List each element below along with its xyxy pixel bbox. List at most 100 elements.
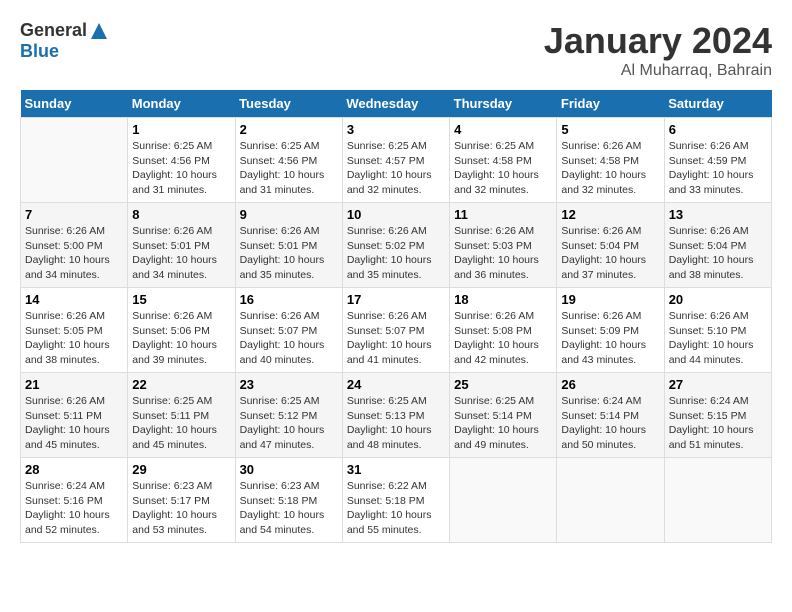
col-header-wednesday: Wednesday xyxy=(342,90,449,118)
calendar-cell: 13 Sunrise: 6:26 AMSunset: 5:04 PMDayligh… xyxy=(664,203,771,288)
day-number: 1 xyxy=(132,122,230,137)
col-header-thursday: Thursday xyxy=(450,90,557,118)
logo-icon xyxy=(89,21,109,41)
cell-sun-info: Sunrise: 6:26 AMSunset: 5:07 PMDaylight:… xyxy=(240,309,338,368)
calendar-cell: 19Sunrise: 6:26 AMSunset: 5:09 PMDayligh… xyxy=(557,288,664,373)
cell-sun-info: Sunrise: 6:26 AMSunset: 5:06 PMDaylight:… xyxy=(132,309,230,368)
day-number: 16 xyxy=(240,292,338,307)
calendar-cell: 23 Sunrise: 6:25 AMSunset: 5:12 PMDayligh… xyxy=(235,373,342,458)
cell-sun-info: Sunrise: 6:26 AMSunset: 5:03 PMDaylight:… xyxy=(454,224,552,283)
cell-sun-info: Sunrise: 6:25 AMSunset: 4:56 PMDaylight:… xyxy=(132,139,230,198)
calendar-cell: 4Sunrise: 6:25 AMSunset: 4:58 PMDaylight… xyxy=(450,118,557,203)
cell-sun-info: Sunrise: 6:24 AMSunset: 5:14 PMDaylight:… xyxy=(561,394,659,453)
calendar-cell xyxy=(557,458,664,543)
cell-sun-info: Sunrise: 6:26 AMSunset: 5:08 PMDaylight:… xyxy=(454,309,552,368)
cell-sun-info: Sunrise: 6:25 AMSunset: 4:57 PMDaylight:… xyxy=(347,139,445,198)
calendar-cell: 22Sunrise: 6:25 AMSunset: 5:11 PMDayligh… xyxy=(128,373,235,458)
week-row-5: 28 Sunrise: 6:24 AMSunset: 5:16 PMDayligh… xyxy=(21,458,772,543)
cell-sun-info: Sunrise: 6:24 AMSunset: 5:15 PMDaylight:… xyxy=(669,394,767,453)
calendar-cell: 5 Sunrise: 6:26 AMSunset: 4:58 PMDaylight… xyxy=(557,118,664,203)
logo-general-text: General xyxy=(20,20,87,41)
calendar-cell: 24Sunrise: 6:25 AMSunset: 5:13 PMDayligh… xyxy=(342,373,449,458)
calendar-cell: 21 Sunrise: 6:26 AMSunset: 5:11 PMDayligh… xyxy=(21,373,128,458)
logo-blue-text: Blue xyxy=(20,41,59,62)
day-number: 8 xyxy=(132,207,230,222)
calendar-cell: 3 Sunrise: 6:25 AMSunset: 4:57 PMDaylight… xyxy=(342,118,449,203)
cell-sun-info: Sunrise: 6:26 AMSunset: 5:00 PMDaylight:… xyxy=(25,224,123,283)
calendar-cell: 12Sunrise: 6:26 AMSunset: 5:04 PMDayligh… xyxy=(557,203,664,288)
calendar-cell: 2 Sunrise: 6:25 AMSunset: 4:56 PMDaylight… xyxy=(235,118,342,203)
day-number: 21 xyxy=(25,377,123,392)
cell-sun-info: Sunrise: 6:26 AMSunset: 5:07 PMDaylight:… xyxy=(347,309,445,368)
cell-sun-info: Sunrise: 6:26 AMSunset: 5:04 PMDaylight:… xyxy=(669,224,767,283)
cell-sun-info: Sunrise: 6:26 AMSunset: 4:59 PMDaylight:… xyxy=(669,139,767,198)
cell-sun-info: Sunrise: 6:23 AMSunset: 5:17 PMDaylight:… xyxy=(132,479,230,538)
day-number: 11 xyxy=(454,207,552,222)
day-number: 6 xyxy=(669,122,767,137)
calendar-cell: 30 Sunrise: 6:23 AMSunset: 5:18 PMDayligh… xyxy=(235,458,342,543)
calendar-cell: 1 Sunrise: 6:25 AMSunset: 4:56 PMDaylight… xyxy=(128,118,235,203)
day-number: 20 xyxy=(669,292,767,307)
cell-sun-info: Sunrise: 6:26 AMSunset: 4:58 PMDaylight:… xyxy=(561,139,659,198)
day-number: 15 xyxy=(132,292,230,307)
calendar-cell: 26 Sunrise: 6:24 AMSunset: 5:14 PMDayligh… xyxy=(557,373,664,458)
calendar-location: Al Muharraq, Bahrain xyxy=(544,62,772,80)
calendar-cell xyxy=(450,458,557,543)
day-number: 26 xyxy=(561,377,659,392)
col-header-monday: Monday xyxy=(128,90,235,118)
cell-sun-info: Sunrise: 6:25 AMSunset: 5:11 PMDaylight:… xyxy=(132,394,230,453)
calendar-cell xyxy=(664,458,771,543)
calendar-cell: 16 Sunrise: 6:26 AMSunset: 5:07 PMDayligh… xyxy=(235,288,342,373)
cell-sun-info: Sunrise: 6:26 AMSunset: 5:01 PMDaylight:… xyxy=(132,224,230,283)
day-number: 30 xyxy=(240,462,338,477)
calendar-cell: 7Sunrise: 6:26 AMSunset: 5:00 PMDaylight… xyxy=(21,203,128,288)
cell-sun-info: Sunrise: 6:25 AMSunset: 4:58 PMDaylight:… xyxy=(454,139,552,198)
cell-sun-info: Sunrise: 6:24 AMSunset: 5:16 PMDaylight:… xyxy=(25,479,123,538)
page-header: General Blue January 2024 Al Muharraq, B… xyxy=(20,20,772,80)
calendar-cell: 6 Sunrise: 6:26 AMSunset: 4:59 PMDaylight… xyxy=(664,118,771,203)
title-block: January 2024 Al Muharraq, Bahrain xyxy=(544,20,772,80)
day-number: 23 xyxy=(240,377,338,392)
day-number: 31 xyxy=(347,462,445,477)
day-number: 10 xyxy=(347,207,445,222)
col-header-saturday: Saturday xyxy=(664,90,771,118)
cell-sun-info: Sunrise: 6:26 AMSunset: 5:11 PMDaylight:… xyxy=(25,394,123,453)
cell-sun-info: Sunrise: 6:26 AMSunset: 5:09 PMDaylight:… xyxy=(561,309,659,368)
col-header-sunday: Sunday xyxy=(21,90,128,118)
calendar-title: January 2024 xyxy=(544,20,772,62)
week-row-2: 7Sunrise: 6:26 AMSunset: 5:00 PMDaylight… xyxy=(21,203,772,288)
logo: General Blue xyxy=(20,20,109,62)
day-number: 5 xyxy=(561,122,659,137)
cell-sun-info: Sunrise: 6:23 AMSunset: 5:18 PMDaylight:… xyxy=(240,479,338,538)
cell-sun-info: Sunrise: 6:25 AMSunset: 4:56 PMDaylight:… xyxy=(240,139,338,198)
week-row-3: 14Sunrise: 6:26 AMSunset: 5:05 PMDayligh… xyxy=(21,288,772,373)
calendar-cell: 27 Sunrise: 6:24 AMSunset: 5:15 PMDayligh… xyxy=(664,373,771,458)
day-number: 9 xyxy=(240,207,338,222)
calendar-cell: 18 Sunrise: 6:26 AMSunset: 5:08 PMDayligh… xyxy=(450,288,557,373)
calendar-cell: 15 Sunrise: 6:26 AMSunset: 5:06 PMDayligh… xyxy=(128,288,235,373)
calendar-cell: 14Sunrise: 6:26 AMSunset: 5:05 PMDayligh… xyxy=(21,288,128,373)
day-number: 2 xyxy=(240,122,338,137)
day-number: 29 xyxy=(132,462,230,477)
day-number: 18 xyxy=(454,292,552,307)
day-number: 13 xyxy=(669,207,767,222)
calendar-cell: 20Sunrise: 6:26 AMSunset: 5:10 PMDayligh… xyxy=(664,288,771,373)
day-number: 27 xyxy=(669,377,767,392)
calendar-cell: 8 Sunrise: 6:26 AMSunset: 5:01 PMDaylight… xyxy=(128,203,235,288)
calendar-cell: 29 Sunrise: 6:23 AMSunset: 5:17 PMDayligh… xyxy=(128,458,235,543)
cell-sun-info: Sunrise: 6:25 AMSunset: 5:12 PMDaylight:… xyxy=(240,394,338,453)
calendar-cell: 10 Sunrise: 6:26 AMSunset: 5:02 PMDayligh… xyxy=(342,203,449,288)
cell-sun-info: Sunrise: 6:26 AMSunset: 5:02 PMDaylight:… xyxy=(347,224,445,283)
cell-sun-info: Sunrise: 6:25 AMSunset: 5:14 PMDaylight:… xyxy=(454,394,552,453)
cell-sun-info: Sunrise: 6:26 AMSunset: 5:04 PMDaylight:… xyxy=(561,224,659,283)
day-number: 25 xyxy=(454,377,552,392)
calendar-cell: 9 Sunrise: 6:26 AMSunset: 5:01 PMDaylight… xyxy=(235,203,342,288)
day-number: 3 xyxy=(347,122,445,137)
calendar-cell: 11 Sunrise: 6:26 AMSunset: 5:03 PMDayligh… xyxy=(450,203,557,288)
calendar-header-row: SundayMondayTuesdayWednesdayThursdayFrid… xyxy=(21,90,772,118)
day-number: 14 xyxy=(25,292,123,307)
col-header-tuesday: Tuesday xyxy=(235,90,342,118)
day-number: 28 xyxy=(25,462,123,477)
week-row-1: 1 Sunrise: 6:25 AMSunset: 4:56 PMDaylight… xyxy=(21,118,772,203)
cell-sun-info: Sunrise: 6:26 AMSunset: 5:01 PMDaylight:… xyxy=(240,224,338,283)
